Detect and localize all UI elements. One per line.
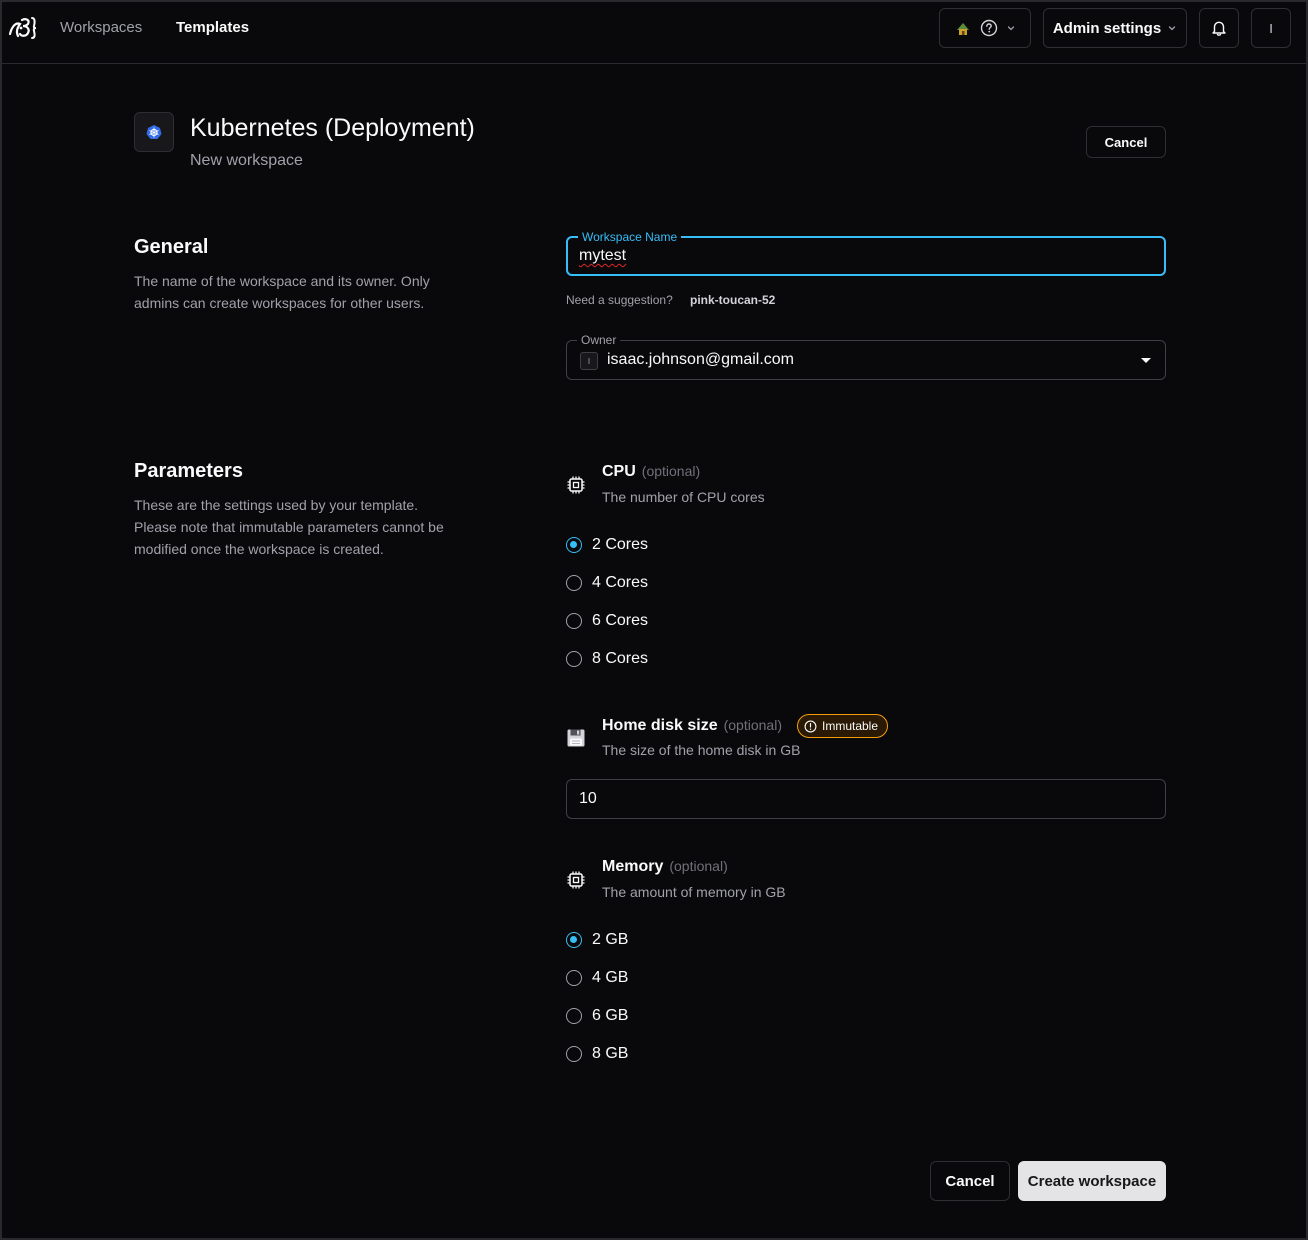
chevron-down-icon xyxy=(1169,26,1176,31)
coder-logo-icon[interactable] xyxy=(8,14,38,42)
cpu-icon xyxy=(567,476,585,494)
memory-option-2[interactable]: 2 GB xyxy=(566,930,628,950)
nav-workspaces[interactable]: Workspaces xyxy=(60,19,142,36)
bell-icon xyxy=(1212,21,1226,36)
parameters-section-title: Parameters xyxy=(134,460,243,482)
radio-button[interactable] xyxy=(566,970,582,986)
top-bar: Workspaces Templates Admin settings I xyxy=(0,0,1308,64)
cpu-option-2[interactable]: 2 Cores xyxy=(566,535,648,555)
notifications-button[interactable] xyxy=(1199,8,1239,48)
floppy-disk-icon xyxy=(567,729,585,747)
cpu-option-8[interactable]: 8 Cores xyxy=(566,649,648,669)
page-subtitle: New workspace xyxy=(190,152,303,169)
radio-label: 4 Cores xyxy=(592,574,649,591)
cpu-option-6[interactable]: 6 Cores xyxy=(566,611,648,631)
owner-label: Owner xyxy=(577,333,621,347)
alert-circle-icon xyxy=(804,720,817,732)
radio-button[interactable] xyxy=(566,651,582,667)
create-workspace-button[interactable]: Create workspace xyxy=(1018,1161,1166,1201)
optional-label: (optional) xyxy=(723,717,782,733)
memory-param-description: The amount of memory in GB xyxy=(602,884,786,900)
general-section-title: General xyxy=(134,236,209,258)
chevron-down-icon xyxy=(1007,26,1015,31)
support-menu-button[interactable] xyxy=(939,8,1031,48)
radio-label: 2 Cores xyxy=(592,536,649,553)
optional-label: (optional) xyxy=(669,858,728,874)
radio-button[interactable] xyxy=(566,613,582,629)
immutable-badge-label: Immutable xyxy=(822,719,879,733)
deployment-status-icon xyxy=(957,23,969,35)
owner-select[interactable]: Owner I isaac.johnson@gmail.com xyxy=(566,333,1166,380)
workspace-name-label: Workspace Name xyxy=(578,230,682,244)
radio-button[interactable] xyxy=(566,537,582,553)
radio-button[interactable] xyxy=(566,932,582,948)
memory-option-4[interactable]: 4 GB xyxy=(566,968,628,988)
owner-value: isaac.johnson@gmail.com xyxy=(607,351,794,368)
radio-label: 6 GB xyxy=(592,1007,629,1024)
memory-chip-icon xyxy=(567,871,585,889)
admin-settings-label: Admin settings xyxy=(1052,19,1162,37)
suggestion-prompt: Need a suggestion? xyxy=(566,293,673,307)
admin-settings-button[interactable]: Admin settings xyxy=(1043,8,1187,48)
help-icon xyxy=(980,19,998,37)
immutable-badge: Immutable xyxy=(797,714,889,738)
window-frame xyxy=(0,0,1308,1240)
page-title: Kubernetes (Deployment) xyxy=(190,114,475,142)
disk-param-name: Home disk size xyxy=(602,717,718,734)
kubernetes-icon xyxy=(146,125,162,139)
nav-templates[interactable]: Templates xyxy=(176,19,249,36)
user-avatar[interactable]: I xyxy=(1251,8,1291,48)
disk-param-description: The size of the home disk in GB xyxy=(602,742,801,758)
cancel-button[interactable]: Cancel xyxy=(1086,126,1166,158)
memory-param-name: Memory xyxy=(602,858,664,875)
cpu-param-name: CPU xyxy=(602,463,636,480)
radio-label: 4 GB xyxy=(592,969,629,986)
dropdown-caret-icon xyxy=(1141,358,1151,363)
general-section-description: The name of the workspace and its owner.… xyxy=(134,273,430,311)
radio-label: 8 Cores xyxy=(592,650,649,667)
radio-label: 8 GB xyxy=(592,1045,629,1062)
owner-avatar: I xyxy=(580,352,598,370)
radio-button[interactable] xyxy=(566,1008,582,1024)
workspace-name-value: mytest xyxy=(579,247,627,264)
workspace-name-input[interactable]: Workspace Name mytest xyxy=(566,230,1166,276)
template-icon xyxy=(134,112,174,152)
memory-option-6[interactable]: 6 GB xyxy=(566,1006,628,1026)
cpu-option-4[interactable]: 4 Cores xyxy=(566,573,648,593)
disk-param-title: Home disk size (optional) xyxy=(602,717,782,735)
radio-label: 2 GB xyxy=(592,931,629,948)
radio-button[interactable] xyxy=(566,1046,582,1062)
cpu-param-description: The number of CPU cores xyxy=(602,489,765,505)
optional-label: (optional) xyxy=(641,463,701,479)
cancel-button[interactable]: Cancel xyxy=(930,1161,1010,1201)
name-suggestion-link[interactable]: pink-toucan-52 xyxy=(690,293,775,307)
parameters-section-description: These are the settings used by your temp… xyxy=(134,497,444,557)
memory-param-title: Memory (optional) xyxy=(602,858,728,876)
home-disk-size-value: 10 xyxy=(579,790,597,807)
radio-label: 6 Cores xyxy=(592,612,649,629)
radio-button[interactable] xyxy=(566,575,582,591)
home-disk-size-input[interactable]: 10 xyxy=(566,779,1166,819)
memory-option-8[interactable]: 8 GB xyxy=(566,1044,628,1064)
cpu-param-title: CPU (optional) xyxy=(602,463,700,481)
